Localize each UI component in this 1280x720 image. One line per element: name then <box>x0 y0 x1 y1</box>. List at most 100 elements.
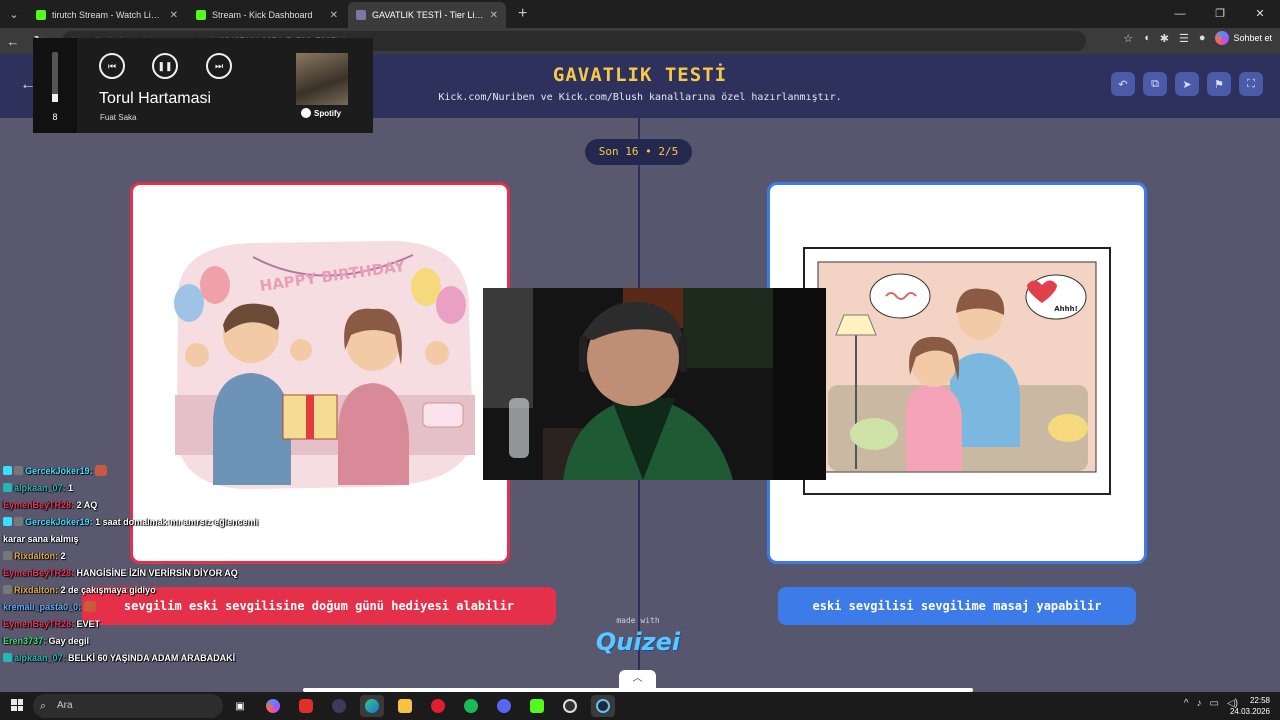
discord-icon[interactable] <box>492 695 516 717</box>
maximize-icon[interactable]: ❐ <box>1200 0 1240 28</box>
new-tab-button[interactable]: + <box>508 2 537 28</box>
chat-text: 1 saat domalmak mı amrsız eğlencemi <box>95 517 259 527</box>
copilot-app-icon[interactable] <box>261 695 285 717</box>
chat-message: GercekJoker19: <box>3 463 303 480</box>
flag-icon: ⚑ <box>1214 78 1224 91</box>
spotify-app-icon[interactable] <box>459 695 483 717</box>
tab-label: GAVATLIK TESTİ - Tier List, Kör Sıra <box>372 10 484 20</box>
close-tab-icon[interactable]: ✕ <box>330 10 338 21</box>
youtube-icon[interactable] <box>294 695 318 717</box>
moderator-badge-icon <box>3 466 12 475</box>
favorite-star-icon[interactable]: ☆ <box>1123 32 1133 45</box>
chat-text: 2 AQ <box>76 500 98 510</box>
puzzle-icon[interactable]: ✱ <box>1160 32 1169 45</box>
collapse-toggle-button[interactable]: ︿ <box>619 670 656 688</box>
volume-panel: 8 <box>33 38 77 133</box>
taskbar-apps: ▣ <box>228 695 615 717</box>
app-icon[interactable] <box>327 695 351 717</box>
kick-favicon-icon <box>196 10 206 20</box>
chat-username: Rixdalton: <box>14 551 58 561</box>
collections-icon[interactable]: ☰ <box>1179 32 1189 45</box>
chat-message: Rixdalton: 2 de çakışmaya gidiyo <box>3 582 303 599</box>
back-icon[interactable]: ← <box>0 34 26 49</box>
made-with-label: made with <box>616 616 660 625</box>
copilot-chat-button[interactable]: Sohbet et <box>1215 31 1272 45</box>
share-button[interactable]: ⧉ <box>1143 72 1167 96</box>
windows-start-icon[interactable] <box>11 699 23 711</box>
close-tab-icon[interactable]: ✕ <box>490 10 498 21</box>
ahhh-speech-bubble: Ahhh! <box>1054 305 1078 313</box>
taskbar-search[interactable]: ⌕ Ara <box>33 694 223 718</box>
kick-favicon-icon <box>36 10 46 20</box>
close-tab-icon[interactable]: ✕ <box>170 10 178 21</box>
chat-text: EVET <box>76 619 101 629</box>
massage-illustration: Ahhh! <box>803 247 1111 495</box>
browser-tab-bar: ⌄ tirutch Stream - Watch Live on Kic ✕ S… <box>0 0 1280 28</box>
task-view-icon[interactable]: ▣ <box>228 695 252 717</box>
header-actions: ↶ ⧉ ➤ ⚑ ⛶ <box>1111 72 1263 96</box>
minimize-icon[interactable]: — <box>1160 0 1200 28</box>
obs-icon[interactable] <box>558 695 582 717</box>
kick-app-icon[interactable] <box>525 695 549 717</box>
clock-date: 24.03.2026 <box>1229 707 1270 716</box>
chat-message: Rixdalton: 2 <box>3 548 303 565</box>
chat-message: EymenBeyTR28: HANGİSİNE İZİN VERİRSİN Dİ… <box>3 565 303 582</box>
edge-browser-icon[interactable] <box>360 695 384 717</box>
chevron-up-icon: ︿ <box>632 673 643 684</box>
copilot-label: Sohbet et <box>1233 33 1272 43</box>
opera-icon[interactable] <box>426 695 450 717</box>
profile-avatar[interactable]: ● <box>1199 32 1206 44</box>
share-icon: ⧉ <box>1151 77 1159 90</box>
subscriber-badge-icon <box>3 653 12 662</box>
skip-forward-icon: ⏭ <box>214 61 224 71</box>
moderator-badge-icon <box>3 517 12 526</box>
steam-icon[interactable] <box>591 695 615 717</box>
tab-kick-stream[interactable]: tirutch Stream - Watch Live on Kic ✕ <box>28 2 186 28</box>
chat-text: HANGİSİNE İZİN VERİRSİN DİYOR AQ <box>76 568 238 578</box>
chat-text: 1 <box>68 483 74 493</box>
window-controls: — ❐ ✕ <box>1160 0 1280 28</box>
chat-text: Gay degil <box>48 636 90 646</box>
emote-icon <box>95 465 108 476</box>
quizei-logo[interactable]: Quizei <box>590 628 686 656</box>
fullscreen-button[interactable]: ⛶ <box>1239 72 1263 96</box>
subscriber-badge-icon <box>14 466 23 475</box>
close-window-icon[interactable]: ✕ <box>1240 0 1280 28</box>
report-button[interactable]: ⚑ <box>1207 72 1231 96</box>
chat-message: kremali_pasta0_0: <box>3 599 303 616</box>
undo-icon: ↶ <box>1118 78 1128 91</box>
tab-label: Stream - Kick Dashboard <box>212 10 313 20</box>
tab-actions-menu[interactable]: ⌄ <box>0 0 28 28</box>
undo-button[interactable]: ↶ <box>1111 72 1135 96</box>
chat-username: GercekJoker19: <box>25 466 93 476</box>
chat-message: GercekJoker19: 1 saat domalmak mı amrsız… <box>3 514 303 531</box>
taskbar-clock[interactable]: 22:58 24.03.2026 <box>1230 695 1270 717</box>
subscriber-badge-icon <box>3 585 12 594</box>
microphone-icon[interactable]: ♪ <box>1197 698 1202 709</box>
chat-username: GercekJoker19: <box>25 517 93 527</box>
tab-label: tirutch Stream - Watch Live on Kic <box>52 10 164 20</box>
next-track-button[interactable]: ⏭ <box>206 53 232 79</box>
send-button[interactable]: ➤ <box>1175 72 1199 96</box>
previous-track-button[interactable]: ⏮ <box>99 53 125 79</box>
chat-message: alpkaan_07: BELKİ 60 YAŞINDA ADAM ARABAD… <box>3 650 303 667</box>
search-placeholder: Ara <box>57 700 73 711</box>
chat-username: kremali_pasta0_0: <box>3 602 82 612</box>
volume-value: 8 <box>52 112 58 122</box>
chat-username: EymenBeyTR28: <box>3 500 75 510</box>
right-option-caption[interactable]: eski sevgilisi sevgilime masaj yapabilir <box>778 587 1136 625</box>
pause-button[interactable]: ❚❚ <box>152 53 178 79</box>
network-icon[interactable]: ▭ <box>1210 698 1219 709</box>
spotify-icon <box>301 108 311 118</box>
tab-quizei[interactable]: GAVATLIK TESTİ - Tier List, Kör Sıra ✕ <box>348 2 506 28</box>
extension-icon[interactable]: ◖ <box>1143 32 1150 44</box>
fullscreen-icon: ⛶ <box>1247 77 1255 90</box>
chat-username: Rixdalton: <box>14 585 58 595</box>
tray-overflow-icon[interactable]: ^ <box>1184 698 1189 709</box>
tab-kick-dashboard[interactable]: Stream - Kick Dashboard ✕ <box>188 2 346 28</box>
file-explorer-icon[interactable] <box>393 695 417 717</box>
chat-username: EymenBeyTR28: <box>3 619 75 629</box>
subscriber-badge-icon <box>3 483 12 492</box>
round-indicator: Son 16 • 2/5 <box>585 139 692 165</box>
chat-message: karar sana kalmış <box>3 531 303 548</box>
